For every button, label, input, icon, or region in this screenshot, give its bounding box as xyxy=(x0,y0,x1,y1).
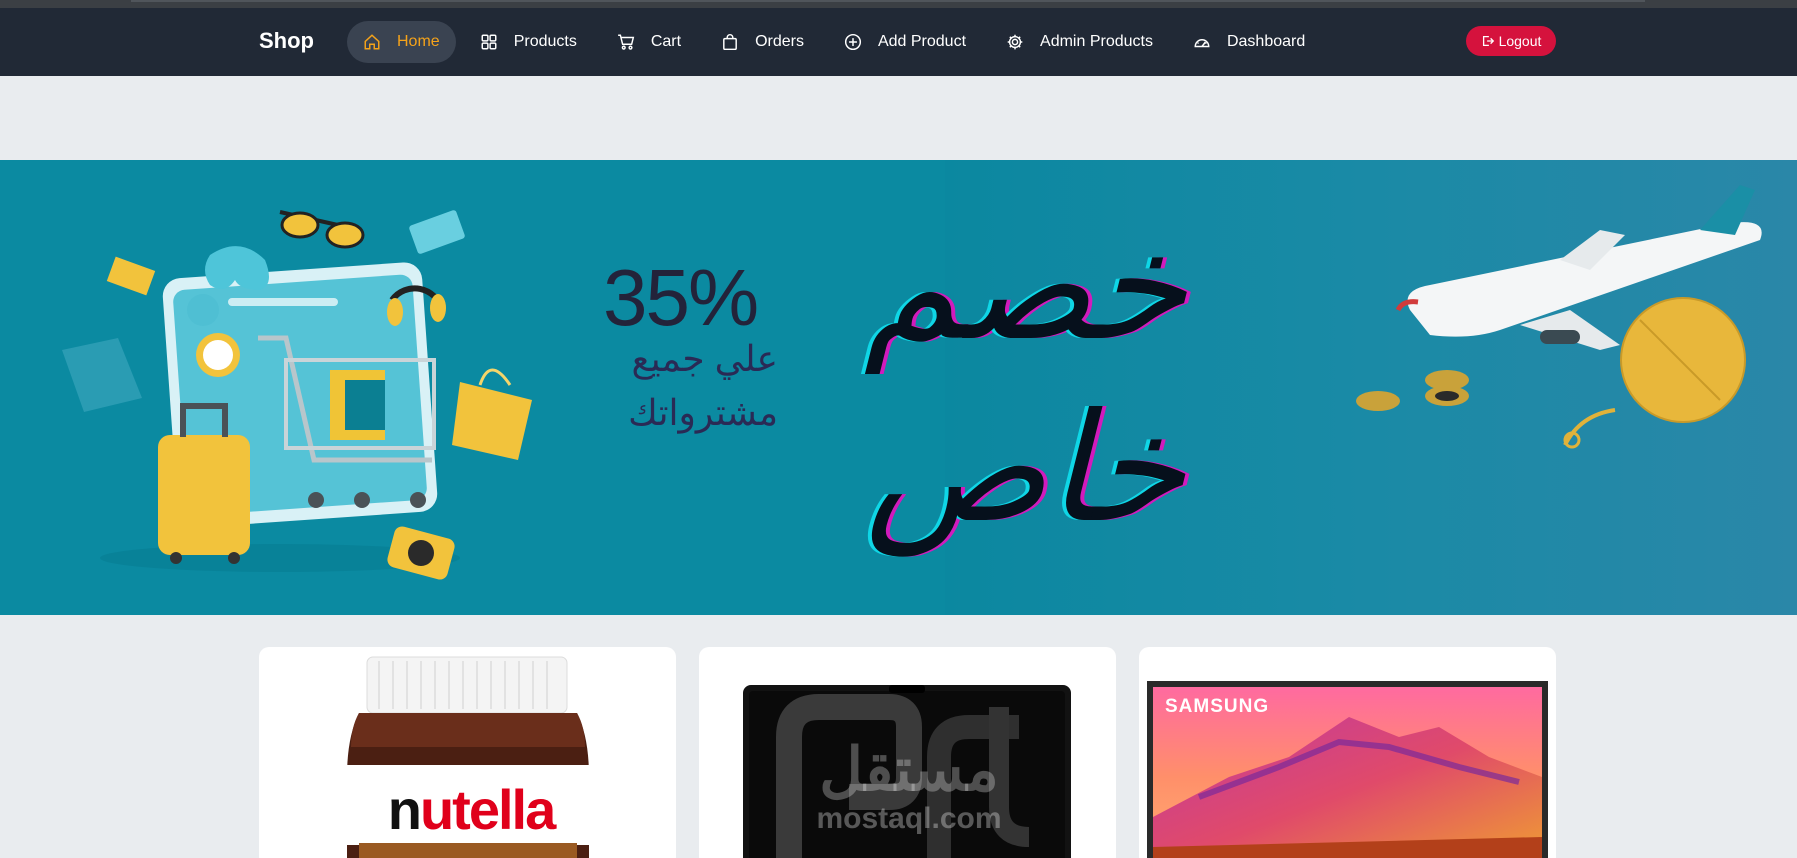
nav-item-label: Cart xyxy=(650,33,682,50)
logout-label: Logout xyxy=(1498,33,1542,49)
nav-item-home[interactable]: Home xyxy=(347,21,456,63)
product-image-samsung-tv xyxy=(1147,681,1548,858)
promo-headline-line2: خاص xyxy=(865,384,1185,552)
nav-item-label: Orders xyxy=(755,33,804,50)
mostaql-watermark-text: mostaql.com xyxy=(816,802,1002,835)
promo-subtitle-line1: علي جميع xyxy=(631,338,779,379)
nav-item-label: Add Product xyxy=(877,33,967,50)
nav-item-orders[interactable]: Orders xyxy=(705,21,820,63)
product-card[interactable]: مستقل mostaql.com xyxy=(699,647,1116,858)
samsung-logo: SAMSUNG xyxy=(1165,696,1270,717)
home-icon xyxy=(363,33,381,51)
nav-item-admin-products[interactable]: Admin Products xyxy=(990,21,1169,63)
nav-item-products[interactable]: Products xyxy=(464,21,593,63)
product-card[interactable]: nutella xyxy=(259,647,676,858)
nav-item-add-product[interactable]: Add Product xyxy=(828,21,982,63)
nav-item-label: Home xyxy=(397,33,440,50)
brand-logo[interactable]: Shop xyxy=(259,28,314,54)
travel-illustration xyxy=(1356,185,1762,449)
cart-icon xyxy=(617,33,635,51)
discount-percent: 35% xyxy=(603,253,759,342)
nav-item-dashboard[interactable]: Dashboard xyxy=(1177,21,1321,63)
browser-top-strip xyxy=(0,0,1797,8)
shopping-illustration xyxy=(62,210,532,580)
product-card[interactable]: SAMSUNG xyxy=(1139,647,1556,858)
promo-banner[interactable]: 35% علي جميع مشترواتك خصم خاص xyxy=(0,160,1797,615)
nav-item-label: Dashboard xyxy=(1226,33,1306,50)
speedometer-icon xyxy=(1193,33,1211,51)
gear-icon xyxy=(1006,33,1024,51)
grid-icon xyxy=(480,33,498,51)
logout-icon xyxy=(1481,34,1495,48)
nav-links: Home Products Cart Orders Add Product Ad… xyxy=(347,21,1329,63)
promo-subtitle-line2: مشترواتك xyxy=(628,392,778,433)
nav-item-label: Products xyxy=(513,33,577,50)
bag-icon xyxy=(721,33,739,51)
nutella-logo: nutella xyxy=(387,778,556,841)
plus-circle-icon xyxy=(844,33,862,51)
mostaql-watermark: مستقل xyxy=(819,736,999,803)
promo-headline-line1: خصم xyxy=(863,202,1187,370)
nav-item-cart[interactable]: Cart xyxy=(601,21,697,63)
top-navbar: Shop Home Products Cart Orders Add Produ… xyxy=(0,8,1797,76)
nav-item-label: Admin Products xyxy=(1040,33,1153,50)
logout-button[interactable]: Logout xyxy=(1466,26,1556,56)
